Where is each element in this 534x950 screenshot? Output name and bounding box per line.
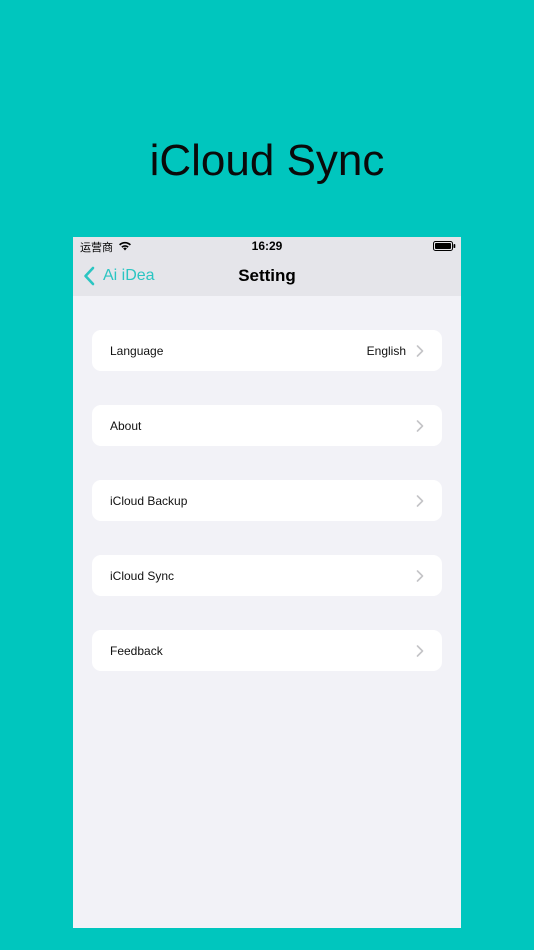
- chevron-right-icon: [416, 419, 424, 432]
- top-bar: 运营商 16:29 Ai iDea Setting: [73, 237, 461, 296]
- chevron-right-icon: [416, 644, 424, 657]
- settings-row-label: iCloud Backup: [110, 493, 188, 508]
- chevron-right-icon: [416, 494, 424, 507]
- page-title: Setting: [238, 266, 296, 285]
- settings-row-label: iCloud Sync: [110, 568, 175, 583]
- settings-row-language[interactable]: Language English: [92, 330, 442, 371]
- settings-row-icloud-backup[interactable]: iCloud Backup: [92, 480, 442, 521]
- chevron-right-icon: [416, 569, 424, 582]
- settings-row-label: Feedback: [110, 643, 163, 658]
- settings-row-label: About: [110, 418, 142, 433]
- settings-row-label: Language: [110, 343, 164, 358]
- promo-headline: iCloud Sync: [149, 136, 385, 185]
- settings-row-about[interactable]: About: [92, 405, 442, 446]
- phone-screen: 运营商 16:29 Ai iDea Setting Language Engli…: [73, 237, 461, 928]
- settings-row-feedback[interactable]: Feedback: [92, 630, 442, 671]
- status-time: 16:29: [251, 239, 283, 253]
- navigation-bar: Ai iDea Setting: [73, 259, 461, 293]
- battery-icon: [433, 241, 456, 251]
- settings-row-icloud-sync[interactable]: iCloud Sync: [92, 555, 442, 596]
- chevron-right-icon: [416, 344, 424, 357]
- status-bar: 运营商 16:29: [73, 237, 461, 255]
- language-value: English: [366, 343, 406, 358]
